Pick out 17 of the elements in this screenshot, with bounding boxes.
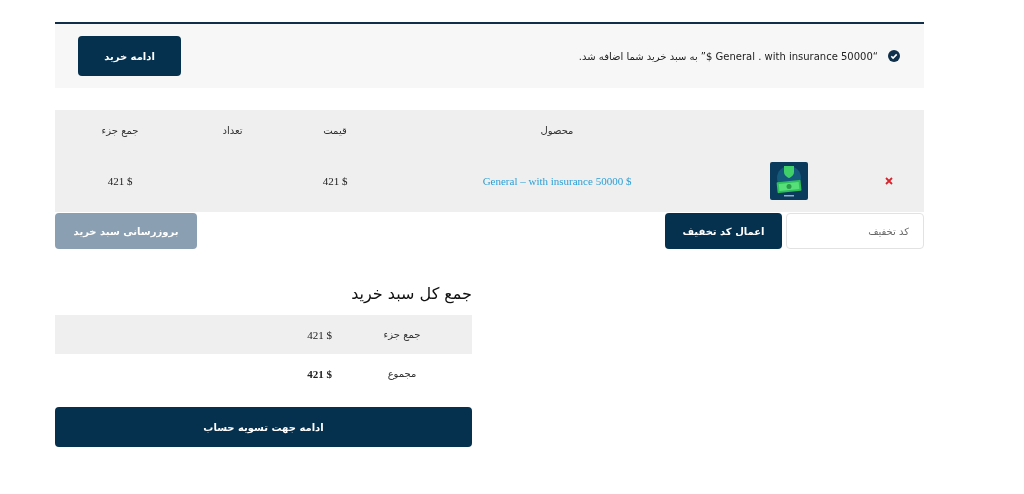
continue-shopping-button[interactable]: ادامه خرید [78,36,181,76]
totals-label: جمع جزء [382,329,422,340]
coupon-field[interactable]: کد تخفیف [786,213,924,249]
totals-title: جمع کل سبد خرید [350,284,472,303]
column-header: قیمت [323,124,347,136]
totals-value: 421 $ [307,367,332,380]
column-header: جمع جزء [101,124,139,136]
remove-icon[interactable] [885,177,893,185]
totals-label: مجموع [386,368,418,379]
column-header: تعداد [222,124,243,136]
column-header: محصول [540,124,574,136]
checkout-button[interactable]: ادامه جهت تسویه حساب [55,407,472,447]
notice-message: “General . with insurance 50000 $” به سبد خرید شما اضافه شد. [578,50,900,62]
apply-coupon-button[interactable]: اعمال کد تخفیف [665,213,782,249]
price-cell: 421 $ [322,175,348,187]
subtotal-cell: 421 $ [107,175,133,187]
totals-value: 421 $ [307,328,332,341]
